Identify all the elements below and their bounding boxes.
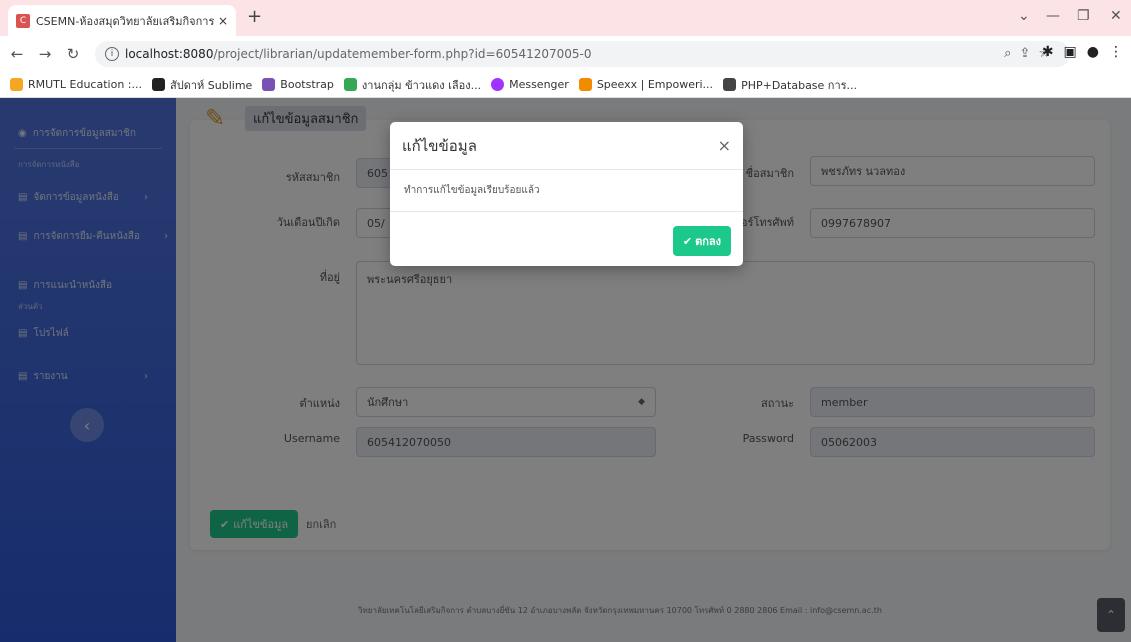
- bootstrap-icon: [262, 78, 276, 91]
- bookmark-icon: [152, 78, 165, 91]
- site-favicon-icon: C: [16, 13, 30, 28]
- bookmark-item[interactable]: RMUTL Education :...: [10, 78, 142, 91]
- drive-icon: [343, 78, 357, 91]
- modal-message: ทำการแก้ไขข้อมูลเรียบร้อยแล้ว: [390, 170, 743, 212]
- speexx-icon: [578, 78, 592, 91]
- tab-title: CSEMN-ห้องสมุดวิทยาลัยเสริมกิจการ: [36, 14, 214, 28]
- tab-close-icon[interactable]: ×: [218, 14, 228, 28]
- profile-avatar-icon[interactable]: ●: [1087, 44, 1099, 60]
- modal-header: แก้ไขข้อมูล ×: [390, 122, 743, 170]
- back-icon[interactable]: ←: [6, 45, 28, 63]
- tab-search-icon[interactable]: ⌄: [1018, 8, 1030, 24]
- address-bar[interactable]: i localhost:8080/project/librarian/updat…: [95, 41, 1070, 67]
- sidepanel-icon[interactable]: ▣: [1064, 44, 1077, 60]
- url-host: localhost:8080: [125, 47, 214, 61]
- new-tab-icon[interactable]: +: [247, 8, 262, 26]
- bookmark-item[interactable]: Bootstrap: [262, 78, 334, 91]
- bookmarks-bar: RMUTL Education :... สัปดาห์ Sublime Boo…: [0, 72, 1131, 98]
- bookmark-item[interactable]: PHP+Database การ...: [723, 76, 857, 94]
- menu-kebab-icon[interactable]: ⋮: [1109, 44, 1123, 60]
- success-modal: แก้ไขข้อมูล × ทำการแก้ไขข้อมูลเรียบร้อยแ…: [390, 122, 743, 266]
- bookmark-item[interactable]: สัปดาห์ Sublime: [152, 76, 252, 94]
- bookmark-item[interactable]: Messenger: [491, 78, 569, 91]
- extensions-icon[interactable]: ✱: [1042, 44, 1054, 60]
- modal-close-icon[interactable]: ×: [718, 136, 731, 155]
- window-close-icon[interactable]: ✕: [1110, 8, 1122, 24]
- maximize-icon[interactable]: ❐: [1077, 8, 1090, 24]
- check-icon: ✔: [682, 234, 693, 248]
- browser-tab[interactable]: C CSEMN-ห้องสมุดวิทยาลัยเสริมกิจการ ×: [8, 5, 236, 36]
- site-info-icon[interactable]: i: [105, 47, 119, 61]
- minimize-icon[interactable]: —: [1046, 8, 1060, 24]
- modal-ok-button[interactable]: ✔ ตกลง: [672, 226, 731, 256]
- bookmark-icon: [10, 78, 23, 91]
- url-path: /project/librarian/updatemember-form.php…: [213, 47, 592, 61]
- bookmark-item[interactable]: งานกลุ่ม ข้าวแดง เลือง...: [343, 76, 481, 94]
- browser-tabstrip: C CSEMN-ห้องสมุดวิทยาลัยเสริมกิจการ × + …: [0, 0, 1131, 36]
- folder-icon: [723, 78, 737, 91]
- modal-title: แก้ไขข้อมูล: [402, 136, 477, 155]
- bookmark-item[interactable]: Speexx | Empoweri...: [578, 78, 713, 91]
- forward-icon[interactable]: →: [34, 45, 56, 63]
- browser-toolbar: ← → ↻ i localhost:8080/project/librarian…: [0, 36, 1131, 72]
- reload-icon[interactable]: ↻: [62, 45, 84, 63]
- messenger-icon: [491, 78, 505, 91]
- extension-icons: ✱ ▣ ● ⋮: [1042, 44, 1123, 60]
